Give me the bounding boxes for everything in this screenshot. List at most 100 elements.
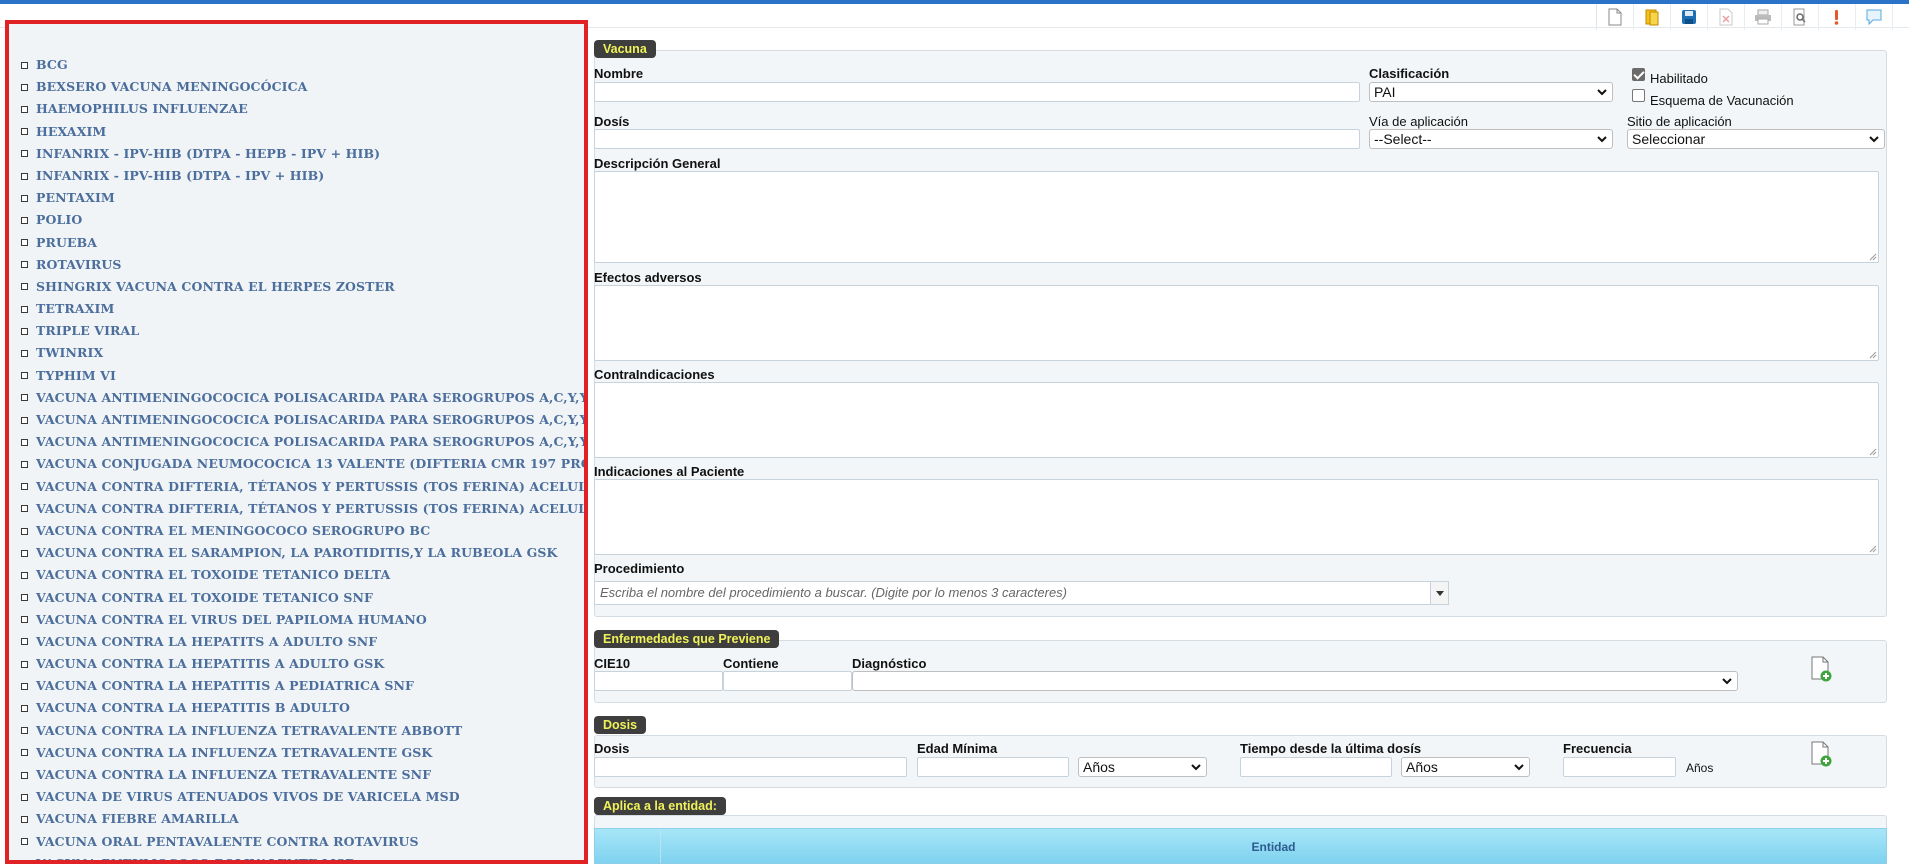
- tree-item-label: HEXAXIM: [36, 123, 107, 139]
- indicaciones-textarea[interactable]: [594, 479, 1879, 555]
- procedimiento-input[interactable]: Escriba el nombre del procedimiento a bu…: [594, 581, 1449, 605]
- tree-item[interactable]: VACUNA FIEBRE AMARILLA: [9, 808, 584, 830]
- tree-item[interactable]: VACUNA CONTRA LA HEPATITIS B ADULTO: [9, 697, 584, 719]
- tree-item[interactable]: VACUNA ANTIMENINGOCOCICA POLISACARIDA PA…: [9, 387, 584, 409]
- tree-node-icon: [21, 483, 28, 491]
- esquema-checkbox[interactable]: [1632, 89, 1645, 102]
- tiempo-input[interactable]: [1240, 757, 1392, 777]
- habilitado-checkbox[interactable]: [1632, 68, 1645, 81]
- cie10-input[interactable]: [594, 671, 723, 691]
- tree-node-icon: [21, 350, 28, 358]
- clasificacion-value: PAI: [1374, 84, 1396, 100]
- vacuna-legend: Vacuna: [594, 40, 656, 58]
- save-icon[interactable]: [1671, 4, 1708, 30]
- tree-item[interactable]: PENTAXIM: [9, 187, 584, 209]
- contiene-input[interactable]: [723, 671, 852, 691]
- dosis-input[interactable]: [594, 129, 1360, 149]
- tree-item[interactable]: ROTAVIRUS: [9, 254, 584, 276]
- tree-item-label: INFANRIX - IPV-HIB (DTPA - IPV + HIB): [36, 167, 325, 183]
- delete-icon[interactable]: [1708, 4, 1745, 30]
- dosis-field-input[interactable]: [594, 757, 907, 777]
- tree-item[interactable]: VACUNA CONTRA EL TOXOIDE TETANICO SNF: [9, 587, 584, 609]
- clasificacion-select[interactable]: PAI: [1369, 82, 1613, 102]
- select-all-column[interactable]: [595, 829, 661, 863]
- tree-item[interactable]: VACUNA CONTRA EL MENINGOCOCO SEROGRUPO B…: [9, 520, 584, 542]
- resize-grip-icon[interactable]: [1869, 448, 1877, 456]
- tree-item[interactable]: BEXSERO VACUNA MENINGOCÓCICA: [9, 76, 584, 98]
- chevron-down-icon: [1722, 678, 1732, 685]
- new-document-icon[interactable]: [1597, 4, 1634, 30]
- tree-item[interactable]: VACUNA CONTRA LA INFLUENZA TETRAVALENTE …: [9, 720, 584, 742]
- dosis-label: Dosís: [594, 114, 630, 129]
- frecuencia-input[interactable]: [1563, 757, 1676, 777]
- procedimiento-dropdown-button[interactable]: [1430, 582, 1448, 604]
- nombre-input[interactable]: [594, 82, 1360, 102]
- tree-item[interactable]: TWINRIX: [9, 342, 584, 364]
- tree-item[interactable]: PRUEBA: [9, 232, 584, 254]
- tree-item-label: TRIPLE VIRAL: [36, 323, 140, 339]
- tree-node-icon: [21, 261, 28, 269]
- resize-grip-icon[interactable]: [1869, 545, 1877, 553]
- contraindicaciones-textarea[interactable]: [594, 382, 1879, 458]
- tree-item[interactable]: VACUNA CONTRA LA HEPATITIS A ADULTO GSK: [9, 653, 584, 675]
- tree-item[interactable]: VACUNA ORAL PENTAVALENTE CONTRA ROTAVIRU…: [9, 831, 584, 853]
- tree-item[interactable]: VACUNA CONTRA LA INFLUENZA TETRAVALENTE …: [9, 764, 584, 786]
- tree-item[interactable]: HAEMOPHILUS INFLUENZAE: [9, 98, 584, 120]
- tree-item[interactable]: VACUNA CONTRA LA INFLUENZA TETRAVALENTE …: [9, 742, 584, 764]
- tree-item[interactable]: VACUNA CONTRA EL SARAMPION, LA PAROTIDIT…: [9, 542, 584, 564]
- add-dosis-icon[interactable]: [1809, 741, 1833, 767]
- tree-item[interactable]: VACUNA PNEUMOCOCO POLIVALENTE MSD: [9, 853, 584, 864]
- tree-item[interactable]: BCG: [9, 54, 584, 76]
- sitio-select[interactable]: Seleccionar: [1627, 129, 1885, 149]
- contiene-label: Contiene: [723, 656, 779, 671]
- open-folder-icon[interactable]: [1634, 4, 1671, 30]
- tree-item[interactable]: VACUNA DE VIRUS ATENUADOS VIVOS DE VARIC…: [9, 786, 584, 808]
- tree-node-icon: [21, 527, 28, 535]
- preview-icon[interactable]: [1782, 4, 1819, 30]
- entidad-column-header[interactable]: Entidad: [661, 829, 1886, 863]
- habilitado-label: Habilitado: [1650, 71, 1708, 86]
- edad-unit-select[interactable]: Años: [1078, 757, 1207, 777]
- tree-item[interactable]: VACUNA CONTRA EL TOXOIDE TETANICO DELTA: [9, 564, 584, 586]
- tree-item-label: PRUEBA: [36, 234, 98, 250]
- resize-grip-icon[interactable]: [1869, 253, 1877, 261]
- tree-node-icon: [21, 660, 28, 668]
- via-select[interactable]: --Select--: [1369, 129, 1613, 149]
- help-icon[interactable]: [1819, 4, 1856, 30]
- efectos-label: Efectos adversos: [594, 270, 702, 285]
- diagnostico-label: Diagnóstico: [852, 656, 927, 671]
- tree-item[interactable]: POLIO: [9, 209, 584, 231]
- tree-item[interactable]: TETRAXIM: [9, 298, 584, 320]
- tree-item[interactable]: VACUNA ANTIMENINGOCOCICA POLISACARIDA PA…: [9, 431, 584, 453]
- tree-item[interactable]: TYPHIM VI: [9, 365, 584, 387]
- tree-item[interactable]: VACUNA CONTRA LA HEPATITS A ADULTO SNF: [9, 631, 584, 653]
- chevron-down-icon: [1597, 136, 1607, 143]
- diagnostico-select[interactable]: [852, 671, 1738, 691]
- tree-node-icon: [21, 860, 28, 864]
- edad-minima-input[interactable]: [917, 757, 1069, 777]
- descripcion-textarea[interactable]: [594, 171, 1879, 263]
- tree-item-label: BCG: [36, 57, 68, 72]
- tiempo-unit-select[interactable]: Años: [1401, 757, 1530, 777]
- tree-item[interactable]: VACUNA CONTRA DIFTERIA, TÉTANOS Y PERTUS…: [9, 476, 584, 498]
- resize-grip-icon[interactable]: [1869, 351, 1877, 359]
- print-icon[interactable]: [1745, 4, 1782, 30]
- tree-item[interactable]: HEXAXIM: [9, 121, 584, 143]
- add-enfermedad-icon[interactable]: [1809, 656, 1833, 682]
- tree-item[interactable]: INFANRIX - IPV-HIB (DTPA - IPV + HIB): [9, 165, 584, 187]
- chevron-down-icon: [1597, 89, 1607, 96]
- tree-item[interactable]: INFANRIX - IPV-HIB (DTPA - HEPB - IPV + …: [9, 143, 584, 165]
- tree-item-label: TETRAXIM: [36, 301, 115, 317]
- tree-item[interactable]: VACUNA ANTIMENINGOCOCICA POLISACARIDA PA…: [9, 409, 584, 431]
- tree-item[interactable]: VACUNA CONTRA EL VIRUS DEL PAPILOMA HUMA…: [9, 609, 584, 631]
- tree-item[interactable]: SHINGRIX VACUNA CONTRA EL HERPES ZOSTER: [9, 276, 584, 298]
- tree-item[interactable]: TRIPLE VIRAL: [9, 320, 584, 342]
- tree-item-label: VACUNA CONTRA LA HEPATITIS A ADULTO GSK: [36, 656, 385, 672]
- tree-node-icon: [21, 194, 28, 202]
- tree-item[interactable]: VACUNA CONJUGADA NEUMOCOCICA 13 VALENTE …: [9, 453, 584, 475]
- chat-icon[interactable]: [1856, 4, 1893, 30]
- indicaciones-label: Indicaciones al Paciente: [594, 464, 745, 479]
- tree-item[interactable]: VACUNA CONTRA LA HEPATITIS A PEDIATRICA …: [9, 675, 584, 697]
- efectos-textarea[interactable]: [594, 285, 1879, 361]
- tree-item[interactable]: VACUNA CONTRA DIFTERIA, TÉTANOS Y PERTUS…: [9, 498, 584, 520]
